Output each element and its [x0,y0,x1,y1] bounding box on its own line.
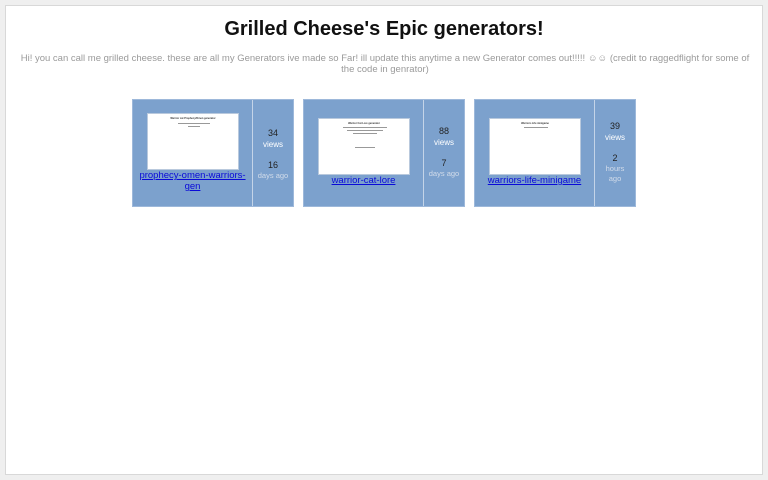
generator-link[interactable]: warrior-cat-lore [308,175,419,186]
views-count: 39 [609,121,620,131]
generator-thumbnail[interactable]: Warrior Cat Lore generator [318,118,410,175]
generator-card: Warrior Cat Lore generator warrior-cat-l… [303,99,465,207]
generator-card: Warriors Life minigame warriors-life-min… [474,99,636,207]
thumbnail-title: Warrior cat Prophecy/Omen generator [170,117,216,120]
thumbnail-title: Warriors Life minigame [521,122,549,125]
age-unit: hours ago [605,164,625,183]
generator-preview[interactable]: Warrior cat Prophecy/Omen generator prop… [133,100,252,206]
generator-preview[interactable]: Warriors Life minigame warriors-life-min… [475,100,594,206]
thumbnail-line [355,147,375,148]
generator-stats: 88 views 7 days ago [424,100,464,206]
views-label: views [604,133,625,142]
thumbnail-line [343,127,387,128]
views-label: views [433,138,454,147]
views-count: 34 [267,128,278,138]
generator-link[interactable]: prophecy-omen-warriors-gen [137,170,248,192]
generator-stats: 39 views 2 hours ago [595,100,635,206]
generator-link[interactable]: warriors-life-minigame [479,175,590,186]
thumbnail-line [188,126,200,127]
thumbnail-line [347,130,383,131]
thumbnail-line [178,123,210,124]
generator-card: Warrior cat Prophecy/Omen generator prop… [132,99,294,207]
age-unit: days ago [257,171,289,180]
generator-list: Warrior cat Prophecy/Omen generator prop… [6,99,762,207]
age-unit: days ago [428,169,460,178]
page-description: Hi! you can call me grilled cheese. thes… [20,53,750,75]
page-title: Grilled Cheese's Epic generators! [224,18,544,40]
generator-thumbnail[interactable]: Warrior cat Prophecy/Omen generator [147,113,239,170]
age-number: 16 [267,160,278,170]
thumbnail-line [353,133,377,134]
thumbnail-line [524,127,548,128]
views-count: 88 [438,126,449,136]
generator-preview[interactable]: Warrior Cat Lore generator warrior-cat-l… [304,100,423,206]
generator-thumbnail[interactable]: Warriors Life minigame [489,118,581,175]
age-number: 7 [441,158,447,168]
views-label: views [262,140,283,149]
thumbnail-title: Warrior Cat Lore generator [348,122,380,125]
age-number: 2 [612,153,618,163]
page-container: Grilled Cheese's Epic generators! Hi! yo… [5,5,763,475]
generator-stats: 34 views 16 days ago [253,100,293,206]
